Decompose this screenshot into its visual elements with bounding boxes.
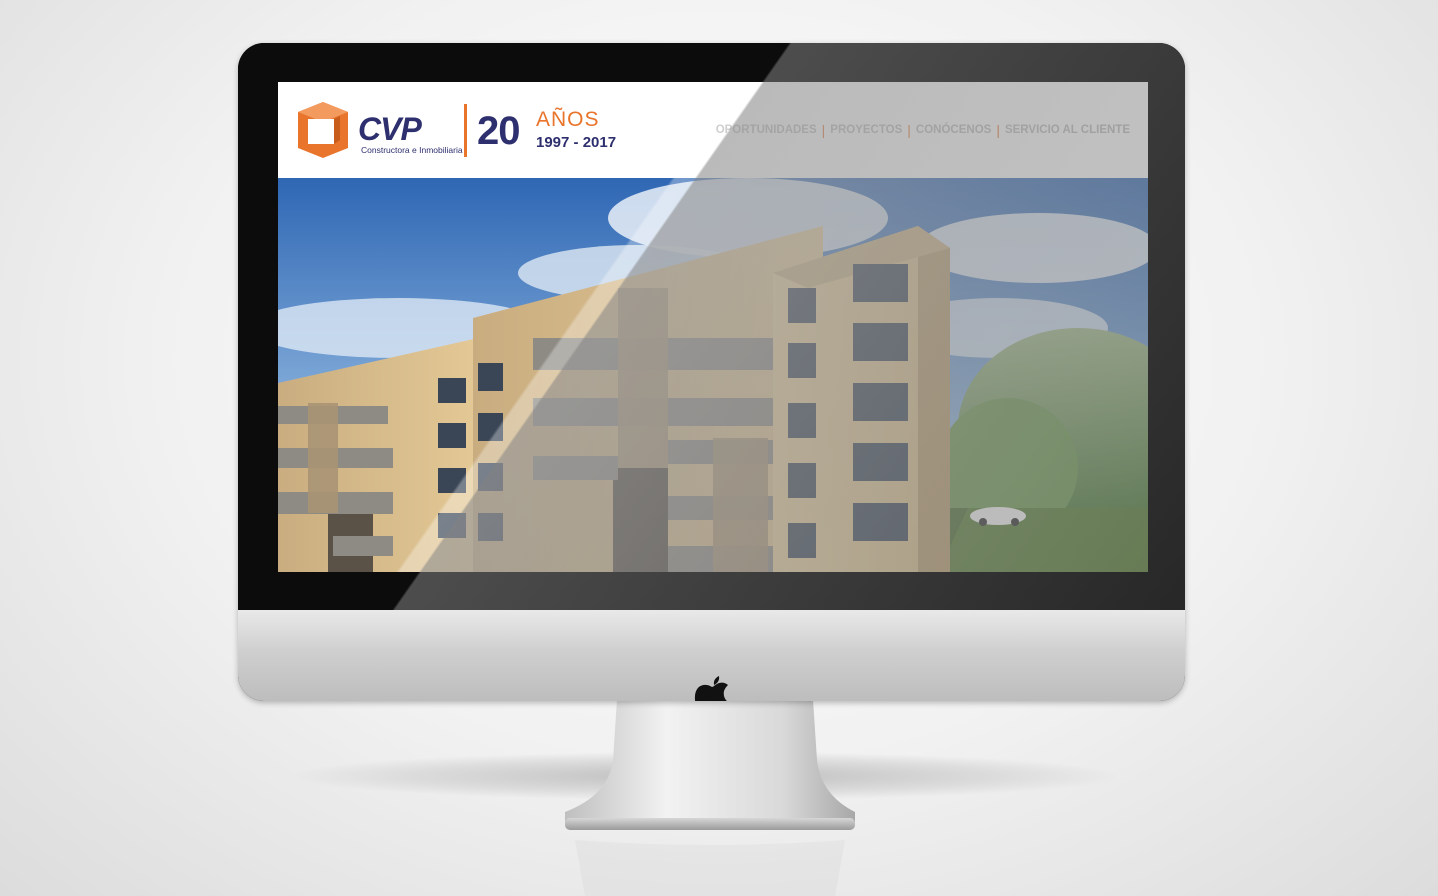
logo-wordmark[interactable]: CVP: [358, 111, 422, 148]
browser-viewport: CVP Constructora e Inmobiliaria 20 AÑOS …: [278, 82, 1148, 572]
anniversary-word: AÑOS: [536, 108, 600, 131]
nav-item-oportunidades[interactable]: OPORTUNIDADES: [716, 124, 817, 136]
site-header: CVP Constructora e Inmobiliaria 20 AÑOS …: [278, 82, 1148, 178]
hero-building-image[interactable]: [278, 178, 1148, 572]
nav-separator: |: [907, 122, 911, 138]
anniversary-years: 1997 - 2017: [536, 134, 617, 151]
monitor-stand: [565, 700, 855, 896]
nav-item-servicio-al-cliente[interactable]: SERVICIO AL CLIENTE: [1005, 124, 1130, 136]
imac-monitor: CVP Constructora e Inmobiliaria 20 AÑOS …: [238, 43, 1185, 701]
logo-divider: [464, 104, 467, 157]
main-nav: OPORTUNIDADES | PROYECTOS | CONÓCENOS | …: [716, 122, 1130, 138]
nav-separator: |: [821, 122, 826, 138]
desktop-mockup: CVP Constructora e Inmobiliaria 20 AÑOS …: [0, 0, 1438, 896]
apple-logo-icon: [694, 676, 728, 701]
nav-separator: |: [996, 122, 1000, 138]
logo-tagline: Constructora e Inmobiliaria: [361, 145, 463, 155]
nav-item-conocenos[interactable]: CONÓCENOS: [916, 124, 991, 136]
anniversary-number: 20: [477, 109, 520, 153]
cvp-cube-logo-icon[interactable]: [298, 102, 348, 158]
nav-item-proyectos[interactable]: PROYECTOS: [830, 124, 902, 136]
